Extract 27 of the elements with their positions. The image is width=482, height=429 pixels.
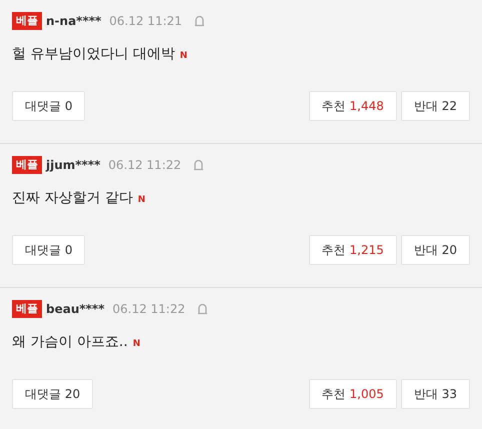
dislike-button[interactable]: 반대 33 — [400, 379, 470, 409]
comment-text: 왜 가슴이 아프죠.. — [12, 334, 128, 350]
new-mark: N — [180, 51, 188, 61]
username: jjum**** — [46, 157, 100, 174]
timestamp: 06.12 11:22 — [112, 301, 186, 318]
reply-button[interactable]: 대댓글 0 — [12, 91, 86, 121]
comment-text: 진짜 자상할거 같다 — [12, 190, 133, 206]
reply-button[interactable]: 대댓글 0 — [12, 235, 86, 265]
new-mark: N — [138, 195, 146, 205]
dislike-button[interactable]: 반대 20 — [400, 235, 470, 265]
best-badge: 베플 — [12, 300, 42, 318]
username: beau**** — [46, 301, 104, 318]
comment-text: 헐 유부남이었다니 대에박 — [12, 46, 175, 62]
report-icon[interactable] — [193, 159, 204, 171]
like-button[interactable]: 추천 1,448 — [308, 91, 397, 121]
report-icon[interactable] — [194, 15, 206, 27]
username: n-na**** — [46, 13, 102, 30]
new-mark: N — [132, 339, 140, 349]
like-button[interactable]: 추천 1,005 — [308, 379, 397, 409]
timestamp: 06.12 11:22 — [108, 157, 182, 174]
like-button[interactable]: 추천 1,215 — [308, 235, 397, 265]
report-icon[interactable] — [197, 303, 208, 315]
dislike-button[interactable]: 반대 22 — [400, 91, 470, 121]
timestamp: 06.12 11:21 — [109, 13, 182, 30]
best-badge: 베플 — [12, 156, 42, 174]
best-badge: 베플 — [12, 12, 42, 30]
reply-button[interactable]: 대댓글 20 — [12, 379, 94, 409]
